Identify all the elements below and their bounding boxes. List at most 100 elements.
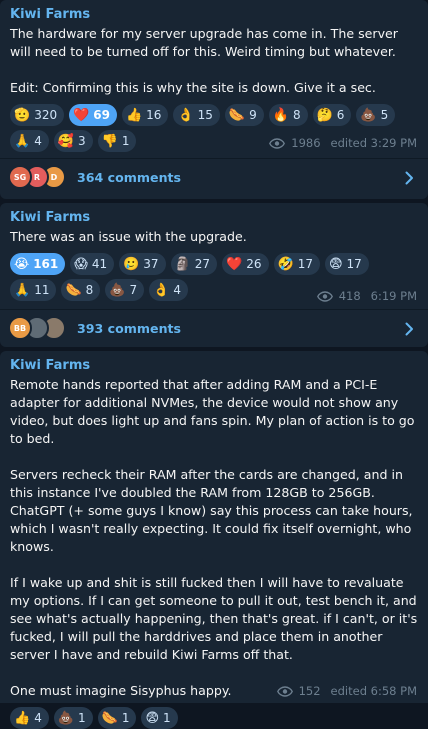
reaction-emoji: 💩	[57, 710, 75, 726]
reaction-count: 8	[292, 108, 301, 122]
post-text: The hardware for my server upgrade has c…	[10, 26, 398, 95]
reaction-emoji: 🌭	[65, 282, 82, 298]
comments-count: 364 comments	[77, 169, 182, 185]
comments-button[interactable]: SG R D 364 comments	[0, 158, 428, 196]
view-count: 418	[338, 289, 361, 303]
avatar: SG	[8, 165, 32, 189]
reaction-emoji: 🙏	[14, 133, 31, 149]
comments-button[interactable]: BB 393 comments	[0, 309, 428, 347]
reaction-chip[interactable]: 😱 41	[70, 253, 115, 275]
eye-icon	[276, 685, 293, 697]
reaction-chip[interactable]: 👌 15	[173, 104, 220, 126]
reaction-chip[interactable]: 😭 161	[10, 253, 66, 275]
post-time: 6:19 PM	[370, 289, 417, 303]
reaction-count: 8	[85, 283, 94, 297]
reaction-count: 17	[297, 257, 313, 271]
reaction-chip[interactable]: 😨 1	[141, 707, 178, 729]
post-time: edited 6:58 PM	[330, 684, 417, 698]
reaction-emoji: 🌭	[228, 107, 246, 123]
reaction-emoji: 👌	[153, 282, 170, 298]
reaction-count: 1	[121, 134, 130, 148]
eye-icon	[316, 290, 333, 302]
reaction-count: 6	[336, 108, 345, 122]
reaction-count: 1	[78, 711, 86, 725]
eye-icon	[269, 137, 286, 149]
reaction-chip[interactable]: 👎 1	[97, 130, 137, 152]
commenter-avatars: SG R D	[8, 165, 66, 189]
post-meta: 1986 edited 3:29 PM	[269, 136, 417, 150]
channel-post: Kiwi Farms The hardware for my server up…	[0, 0, 428, 199]
reaction-chip[interactable]: 🤣 17	[273, 253, 320, 275]
reaction-chip[interactable]: 💩 1	[53, 707, 93, 729]
reaction-chip[interactable]: 🥲 37	[119, 253, 166, 275]
reaction-emoji: 🌭	[101, 710, 118, 726]
reaction-count: 69	[93, 108, 110, 122]
reaction-emoji: 😱	[74, 256, 88, 272]
reaction-chip[interactable]: 🥰 3	[53, 130, 93, 152]
reaction-chip[interactable]: 🗿 27	[170, 253, 218, 275]
reaction-count: 3	[78, 134, 86, 148]
post-meta: 152 edited 6:58 PM	[276, 684, 417, 698]
reaction-count: 41	[91, 257, 108, 271]
reaction-chip[interactable]: 🌭 1	[97, 707, 137, 729]
reaction-count: 5	[380, 108, 389, 122]
comments-count: 393 comments	[77, 320, 182, 336]
chevron-right-icon	[405, 321, 414, 340]
reaction-emoji: 🔥	[272, 107, 289, 123]
view-count: 152	[298, 684, 321, 698]
reaction-emoji: 👎	[101, 133, 118, 149]
reaction-chip[interactable]: 🌭 9	[224, 104, 264, 126]
reactions-bar: 👍 4 💩 1 🌭 1 😨 1	[10, 707, 418, 729]
view-count: 1986	[291, 136, 321, 150]
reaction-count: 27	[194, 257, 211, 271]
reaction-chip[interactable]: 🙏 11	[10, 279, 57, 301]
reaction-count: 161	[33, 257, 59, 271]
reaction-count: 1	[163, 711, 171, 725]
reaction-count: 4	[173, 283, 181, 297]
reaction-chip[interactable]: 👌 4	[149, 279, 188, 301]
reaction-count: 11	[34, 283, 50, 297]
reaction-count: 4	[34, 134, 42, 148]
reaction-count: 9	[249, 108, 257, 122]
reaction-chip[interactable]: ❤️ 26	[222, 253, 269, 275]
channel-name[interactable]: Kiwi Farms	[10, 6, 418, 24]
post-time: edited 3:29 PM	[330, 136, 417, 150]
reaction-emoji: ❤️	[73, 107, 90, 123]
channel-post: Kiwi Farms There was an issue with the u…	[0, 203, 428, 347]
reaction-count: 7	[129, 283, 138, 297]
reaction-chip[interactable]: 🙏 4	[10, 130, 49, 152]
channel-post: Kiwi Farms Remote hands reported that af…	[0, 351, 428, 729]
channel-name[interactable]: Kiwi Farms	[10, 357, 418, 375]
channel-name[interactable]: Kiwi Farms	[10, 209, 418, 227]
reaction-emoji: 🤣	[277, 256, 294, 272]
post-meta: 418 6:19 PM	[316, 289, 417, 303]
reaction-emoji: 😭	[14, 256, 30, 272]
reaction-emoji: ❤️	[226, 256, 243, 272]
reaction-count: 1	[121, 711, 130, 725]
reaction-chip[interactable]: 🫡 320	[10, 104, 65, 126]
chevron-right-icon	[405, 170, 414, 189]
post-text: Remote hands reported that after adding …	[10, 377, 418, 698]
reaction-chip[interactable]: 🔥 8	[268, 104, 308, 126]
reaction-emoji: 👌	[177, 107, 194, 123]
reaction-chip[interactable]: 👍 16	[121, 104, 169, 126]
reaction-count: 17	[346, 257, 362, 271]
reaction-count: 37	[143, 257, 159, 271]
reaction-count: 15	[197, 108, 213, 122]
reaction-chip[interactable]: 😨 17	[324, 253, 369, 275]
reaction-count: 320	[34, 108, 58, 122]
reaction-emoji: 💩	[109, 282, 126, 298]
reaction-emoji: 👍	[125, 107, 143, 123]
reaction-emoji: 👍	[14, 710, 31, 726]
reaction-emoji: 🥲	[123, 256, 140, 272]
reaction-emoji: 🤔	[316, 107, 333, 123]
reaction-chip[interactable]: 🌭 8	[61, 279, 101, 301]
reaction-chip[interactable]: ❤️ 69	[69, 104, 117, 126]
reaction-chip[interactable]: 💩 7	[105, 279, 145, 301]
reaction-chip[interactable]: 🤔 6	[312, 104, 352, 126]
reaction-count: 16	[146, 108, 162, 122]
reaction-chip[interactable]: 👍 4	[10, 707, 49, 729]
reaction-emoji: 🥰	[57, 133, 75, 149]
commenter-avatars: BB	[8, 316, 66, 340]
reaction-chip[interactable]: 💩 5	[356, 104, 396, 126]
